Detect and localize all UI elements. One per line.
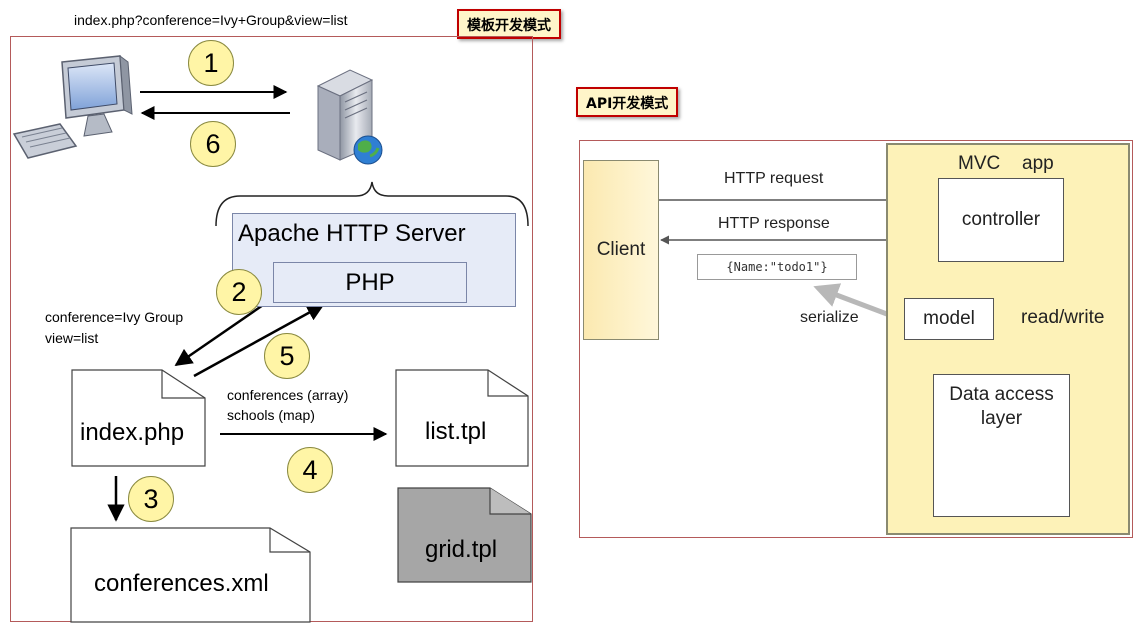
request-url: index.php?conference=Ivy+Group&view=list (74, 12, 348, 28)
php-box: PHP (273, 262, 467, 303)
vars-line-1: conferences (array) (227, 387, 349, 403)
data-access-layer-box: Data access layer (933, 374, 1070, 517)
serialize-label: serialize (800, 309, 859, 326)
client-box: Client (583, 160, 659, 340)
model-box: model (904, 298, 994, 340)
data-access-line-2: layer (980, 408, 1023, 429)
http-response-label: HTTP response (718, 215, 830, 232)
list-tpl-file: list.tpl (425, 418, 487, 445)
step-5: 5 (264, 333, 310, 379)
data-access-line-1: Data access (949, 384, 1054, 405)
server-icon (316, 69, 383, 165)
app-label: app (1022, 153, 1054, 174)
step-4: 4 (287, 447, 333, 493)
mvc-label: MVC (958, 153, 1001, 174)
grid-tpl-file: grid.tpl (425, 536, 498, 563)
json-sample: {Name:"todo1"} (697, 254, 857, 280)
step-3: 3 (128, 476, 174, 522)
conferences-xml-file: conferences.xml (94, 570, 269, 597)
computer-icon (12, 54, 133, 159)
apache-server-title: Apache HTTP Server (238, 220, 466, 247)
http-request-label: HTTP request (724, 170, 824, 187)
step-1: 1 (188, 40, 234, 86)
params-line-1: conference=Ivy Group (45, 309, 184, 325)
read-write-label: read/write (1021, 307, 1105, 328)
vars-line-2: schools (map) (227, 407, 315, 423)
index-php-file: index.php (80, 419, 185, 446)
step-2: 2 (216, 269, 262, 315)
params-line-2: view=list (45, 330, 99, 346)
step-6: 6 (190, 121, 236, 167)
controller-box: controller (938, 178, 1064, 262)
